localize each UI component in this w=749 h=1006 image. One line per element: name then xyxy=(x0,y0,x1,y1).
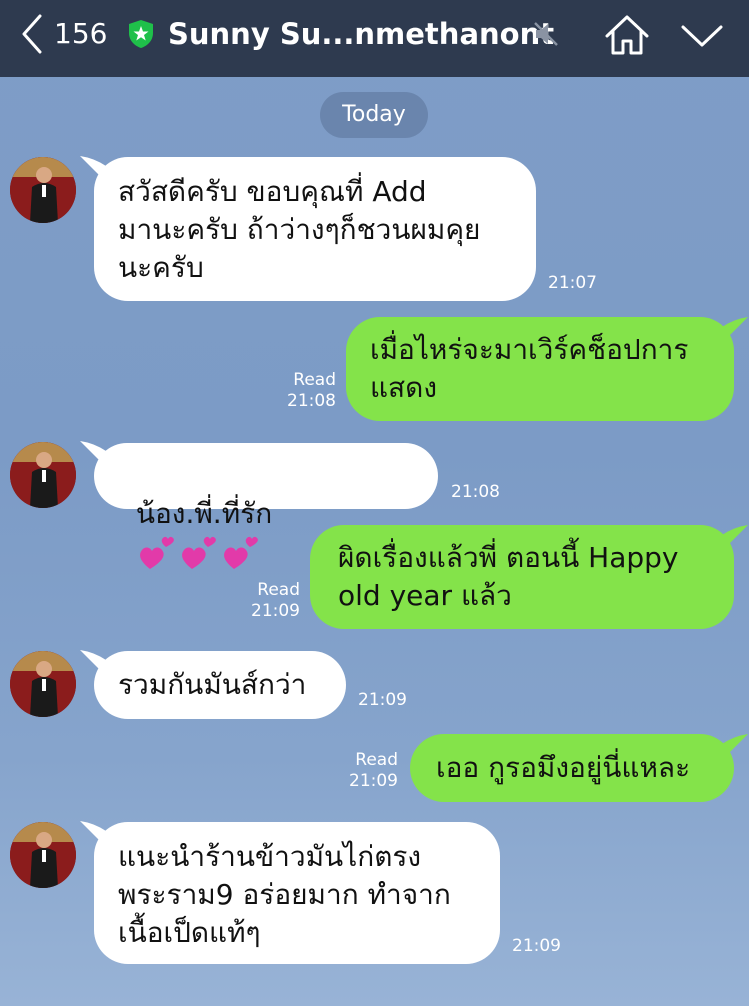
message-bubble-incoming[interactable]: น้อง.พี่.ที่รัก xyxy=(94,443,438,569)
bubble-tail xyxy=(722,525,748,547)
message-time: 21:08 xyxy=(287,391,336,411)
avatar[interactable] xyxy=(10,822,76,888)
chat-title[interactable]: Sunny Su...nmethanont xyxy=(168,14,554,54)
mute-icon xyxy=(534,22,558,46)
read-receipt-block: Read 21:08 xyxy=(276,370,336,412)
date-separator: Today xyxy=(320,92,428,138)
chevron-down-icon[interactable] xyxy=(680,22,724,50)
bubble-tail xyxy=(722,734,748,756)
back-icon[interactable] xyxy=(20,14,44,54)
chat-header: 156 Sunny Su...nmethanont xyxy=(0,0,749,77)
read-receipt-block: Read 21:09 xyxy=(240,580,300,622)
message-time: 21:09 xyxy=(251,601,300,621)
message-bubble-outgoing[interactable]: เมื่อไหร่จะมาเวิร์คช็อปการ แสดง xyxy=(346,317,734,421)
avatar[interactable] xyxy=(10,157,76,223)
message-time: 21:08 xyxy=(451,482,500,502)
avatar[interactable] xyxy=(10,442,76,508)
message-bubble-incoming[interactable]: แนะนำร้านข้าวมันไก่ตรง พระราม9 อร่อยมาก … xyxy=(94,822,500,964)
heart-emoji-icon xyxy=(139,536,258,569)
message-time: 21:09 xyxy=(358,690,407,710)
read-status: Read xyxy=(293,370,336,390)
read-receipt-block: Read 21:09 xyxy=(338,750,398,792)
message-time: 21:07 xyxy=(548,273,597,293)
message-time: 21:09 xyxy=(349,771,398,791)
home-icon[interactable] xyxy=(604,14,650,56)
message-text: น้อง.พี่.ที่รัก xyxy=(135,497,273,530)
bubble-tail xyxy=(722,317,748,339)
message-bubble-outgoing[interactable]: ผิดเรื่องแล้วพี่ ตอนนี้ Happy old year แ… xyxy=(310,525,734,629)
avatar[interactable] xyxy=(10,651,76,717)
message-time: 21:09 xyxy=(512,936,561,956)
official-shield-icon xyxy=(129,20,153,48)
unread-count[interactable]: 156 xyxy=(54,14,107,54)
message-bubble-outgoing[interactable]: เออ กูรอมึงอยู่นี่แหละ xyxy=(410,734,734,802)
message-bubble-incoming[interactable]: สวัสดีครับ ขอบคุณที่ Add มานะครับ ถ้าว่า… xyxy=(94,157,536,301)
read-status: Read xyxy=(257,580,300,600)
message-bubble-incoming[interactable]: รวมกันมันส์กว่า xyxy=(94,651,346,719)
read-status: Read xyxy=(355,750,398,770)
